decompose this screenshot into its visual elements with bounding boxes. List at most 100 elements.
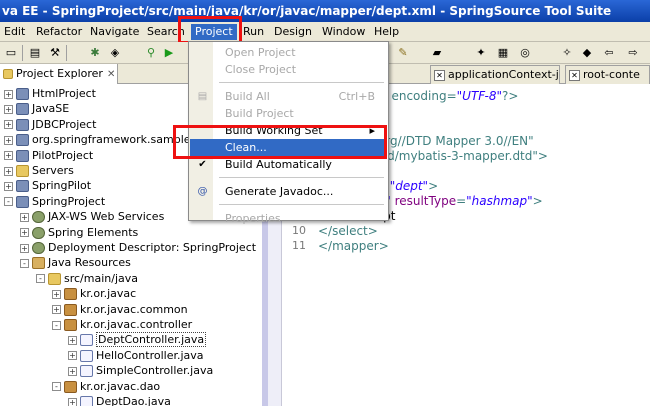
tree-item[interactable]: + JAX-WS Web Services	[20, 209, 164, 225]
collapse-toggle-icon[interactable]: -	[20, 258, 29, 268]
editor-tab-3[interactable]: ✕ root-conte	[565, 65, 650, 84]
wand-icon[interactable]: ✎	[396, 46, 410, 60]
collapse-toggle-icon[interactable]: -	[4, 197, 13, 207]
tree-item[interactable]: + HelloController.java	[68, 348, 204, 364]
tree-item[interactable]: - src/main/java	[36, 271, 138, 287]
project-icon	[16, 195, 29, 208]
expand-toggle-icon[interactable]: +	[4, 151, 13, 161]
tree-item[interactable]: + Deployment Descriptor: SpringProject	[20, 240, 256, 256]
tree-item[interactable]: + JavaSE	[4, 101, 69, 117]
expand-toggle-icon[interactable]: +	[52, 289, 61, 299]
tree-item[interactable]: + HtmlProject	[4, 86, 96, 102]
expand-toggle-icon[interactable]: +	[4, 166, 13, 176]
menu-item-clean[interactable]: Clean...	[190, 139, 387, 156]
close-icon[interactable]: ✕	[107, 69, 115, 80]
expand-toggle-icon[interactable]: +	[68, 366, 77, 376]
collapse-toggle-icon[interactable]: -	[36, 274, 45, 284]
code-token: =	[456, 194, 467, 208]
expand-toggle-icon[interactable]: +	[68, 335, 77, 345]
expand-toggle-icon[interactable]: +	[4, 181, 13, 191]
menu-item-label: Properties	[225, 212, 281, 225]
tree-item[interactable]: + DeptController.java	[68, 332, 207, 348]
menu-accelerator: Ctrl+B	[338, 90, 375, 103]
expand-toggle-icon[interactable]: +	[4, 120, 13, 130]
menu-item-build-project[interactable]: Build Project	[190, 105, 387, 122]
open-type-icon[interactable]: ▦	[496, 46, 510, 60]
perspective-icon[interactable]: ✦	[474, 46, 488, 60]
tree-item[interactable]: + Servers	[4, 163, 74, 179]
menu-run[interactable]: Run	[239, 24, 268, 40]
menu-search[interactable]: Search	[143, 24, 189, 40]
line-number: 11	[292, 239, 306, 252]
menu-edit[interactable]: Edit	[0, 24, 29, 40]
menu-item-label: Close Project	[225, 63, 297, 76]
run-icon[interactable]: ▶	[162, 46, 176, 60]
editor-tab-2[interactable]: ✕ applicationContext-j	[430, 65, 560, 84]
package-icon	[64, 380, 77, 393]
menu-project[interactable]: Project	[191, 24, 237, 40]
menu-bar: Edit Refactor Navigate Search Project Ru…	[0, 22, 650, 42]
expand-toggle-icon[interactable]: +	[4, 135, 13, 145]
menu-item-open-project[interactable]: Open Project	[190, 44, 387, 61]
expand-toggle-icon[interactable]: +	[68, 351, 77, 361]
new-icon[interactable]: ◈	[108, 46, 122, 60]
expand-toggle-icon[interactable]: +	[52, 305, 61, 315]
package-icon	[64, 303, 77, 316]
expand-toggle-icon[interactable]: +	[68, 397, 77, 406]
print-icon[interactable]: ▤	[28, 46, 42, 60]
folder-open-icon[interactable]: ▰	[430, 46, 444, 60]
project-icon	[16, 134, 29, 147]
tree-item[interactable]: - kr.or.javac.controller	[52, 317, 192, 333]
tree-item[interactable]: - SpringProject	[4, 194, 105, 210]
toolbar-separator	[22, 45, 23, 61]
expand-toggle-icon[interactable]: +	[20, 243, 29, 253]
menu-item-generate-javadoc[interactable]: @ Generate Javadoc...	[190, 183, 387, 200]
menu-window[interactable]: Window	[318, 24, 369, 40]
tab-project-explorer[interactable]: Project Explorer ✕	[0, 64, 118, 84]
debug-icon[interactable]: ✱	[88, 46, 102, 60]
save-icon[interactable]: ▭	[4, 46, 18, 60]
nav-forward-icon[interactable]: ◆	[580, 46, 594, 60]
toolbar-separator	[66, 45, 67, 61]
tree-item[interactable]: + DeptDao.java	[68, 394, 171, 406]
tree-item[interactable]: - Java Resources	[20, 255, 131, 271]
collapse-toggle-icon[interactable]: -	[52, 382, 61, 392]
menu-refactor[interactable]: Refactor	[32, 24, 86, 40]
menu-item-build-all[interactable]: ▤ Build All Ctrl+B	[190, 88, 387, 105]
menu-item-properties[interactable]: Properties	[190, 210, 387, 227]
library-icon	[32, 257, 45, 270]
expand-toggle-icon[interactable]: +	[20, 212, 29, 222]
menu-help[interactable]: Help	[370, 24, 403, 40]
tree-item[interactable]: + SpringPilot	[4, 178, 91, 194]
expand-toggle-icon[interactable]: +	[4, 104, 13, 114]
tree-item[interactable]: + org.springframework.samples	[4, 132, 196, 148]
build-icon[interactable]: ⚒	[48, 46, 62, 60]
tree-item[interactable]: - kr.or.javac.dao	[52, 379, 160, 395]
project-icon	[16, 180, 29, 193]
code-token: encoding=	[387, 89, 457, 103]
menu-item-close-project[interactable]: Close Project	[190, 61, 387, 78]
search-file-icon[interactable]: ◎	[518, 46, 532, 60]
next-annotation-icon[interactable]: ⇨	[626, 46, 640, 60]
checkmark-icon: ✔	[198, 159, 207, 170]
menu-item-build-automatically[interactable]: ✔ Build Automatically	[190, 156, 387, 173]
folder-icon	[16, 165, 29, 177]
menu-design[interactable]: Design	[270, 24, 316, 40]
tree-item[interactable]: + Spring Elements	[20, 225, 138, 241]
last-edit-icon[interactable]: ⇦	[602, 46, 616, 60]
expand-toggle-icon[interactable]: +	[4, 89, 13, 99]
search-icon[interactable]: ⚲	[144, 46, 158, 60]
menu-separator	[219, 204, 384, 205]
tree-item[interactable]: + kr.or.javac.common	[52, 302, 188, 318]
menu-item-build-working-set[interactable]: Build Working Set ▸	[190, 122, 387, 139]
nav-back-icon[interactable]: ✧	[560, 46, 574, 60]
expand-toggle-icon[interactable]: +	[20, 228, 29, 238]
tree-item[interactable]: + PilotProject	[4, 148, 93, 164]
tree-item[interactable]: + SimpleController.java	[68, 363, 213, 379]
code-token: "dept"	[389, 179, 429, 193]
collapse-toggle-icon[interactable]: -	[52, 320, 61, 330]
tree-item[interactable]: + kr.or.javac	[52, 286, 136, 302]
tree-item[interactable]: + JDBCProject	[4, 117, 96, 133]
menu-navigate[interactable]: Navigate	[86, 24, 143, 40]
menu-item-label: Build Project	[225, 107, 294, 120]
